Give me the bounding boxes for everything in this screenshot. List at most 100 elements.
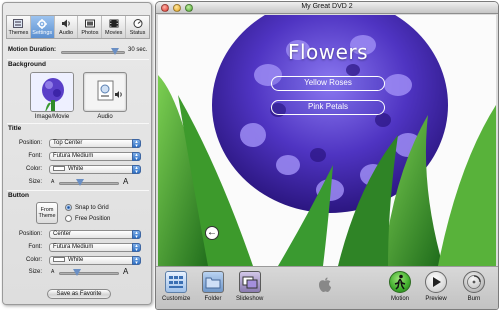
color-swatch xyxy=(53,166,65,171)
popup-arrows-icon: ▴ ▾ xyxy=(132,256,141,266)
dvd-window: My Great DVD 2 Flowers Yellow Roses Pink… xyxy=(155,1,499,310)
button-color-value: White xyxy=(68,257,84,264)
size-small-glyph: A xyxy=(51,179,55,185)
popup-arrows-icon: ▴ ▾ xyxy=(132,165,141,175)
title-size-slider[interactable] xyxy=(59,179,119,186)
bottom-toolbar: Customize Folder Slideshow Motion Previe… xyxy=(156,266,498,309)
button-color-popup[interactable]: White ▴ ▾ xyxy=(49,256,141,266)
button-heading: Button xyxy=(8,192,29,199)
button-font-popup[interactable]: Futura Medium ▴ ▾ xyxy=(49,243,141,253)
folder-button[interactable]: Folder xyxy=(202,271,224,302)
back-arrow-icon[interactable]: ← xyxy=(205,226,219,240)
title-color-value: White xyxy=(68,166,84,173)
motion-icon xyxy=(389,271,411,293)
menu-title[interactable]: Flowers xyxy=(248,40,408,64)
burn-label: Burn xyxy=(467,296,481,302)
slideshow-icon xyxy=(238,271,261,293)
palette-tab-bar: Themes Settings Audio Photos Movies Stat… xyxy=(6,15,150,39)
preview-button[interactable]: Preview xyxy=(425,271,447,302)
preview-label: Preview xyxy=(425,296,447,302)
divider xyxy=(7,59,149,60)
audio-caption: Audio xyxy=(97,114,113,120)
title-font-label: Font: xyxy=(28,153,42,159)
size-large-glyph: A xyxy=(123,267,129,276)
menu-preview: Flowers Yellow Roses Pink Petals ← xyxy=(158,15,496,266)
slideshow-label: Slideshow xyxy=(236,296,264,302)
movies-icon xyxy=(108,19,119,29)
settings-palette: Themes Settings Audio Photos Movies Stat… xyxy=(2,2,152,305)
free-position-radio[interactable]: Free Position xyxy=(65,215,110,222)
audio-well[interactable] xyxy=(83,72,127,112)
motion-duration-value: 30 sec. xyxy=(128,47,148,53)
title-color-label: Color: xyxy=(25,166,42,172)
size-large-glyph: A xyxy=(123,177,129,186)
size-small-glyph: A xyxy=(51,269,55,275)
themes-icon xyxy=(13,19,24,29)
save-as-favorite-label: Save as Favorite xyxy=(56,291,102,297)
title-bar: My Great DVD 2 xyxy=(156,2,498,14)
button-position-popup[interactable]: Center ▴ ▾ xyxy=(49,230,141,240)
radio-unselected-icon xyxy=(65,215,72,222)
flower-thumbnail xyxy=(31,73,73,111)
snap-to-grid-radio[interactable]: Snap to Grid xyxy=(65,204,109,211)
image-movie-caption: Image/Movie xyxy=(34,114,70,120)
tab-audio[interactable]: Audio xyxy=(55,16,79,38)
customize-button[interactable]: Customize xyxy=(162,271,190,302)
color-swatch xyxy=(53,257,65,262)
preview-icon xyxy=(425,271,447,293)
menu-button-yellow-roses[interactable]: Yellow Roses xyxy=(271,76,385,91)
title-font-value: Futura Medium xyxy=(53,153,94,159)
tab-photos[interactable]: Photos xyxy=(78,16,103,38)
folder-icon xyxy=(202,271,224,293)
button-size-slider[interactable] xyxy=(59,269,119,276)
tab-settings[interactable]: Settings xyxy=(30,16,55,38)
button-position-label: Position: xyxy=(18,231,42,237)
tab-label: Audio xyxy=(59,29,74,36)
tab-movies[interactable]: Movies xyxy=(102,16,127,38)
slider-thumb[interactable] xyxy=(76,179,85,186)
customize-label: Customize xyxy=(162,296,191,302)
image-movie-well[interactable] xyxy=(30,72,74,112)
slideshow-button[interactable]: Slideshow xyxy=(236,271,263,302)
title-font-popup[interactable]: Futura Medium ▴ ▾ xyxy=(49,152,141,162)
audio-file-icon xyxy=(97,80,122,101)
from-theme-button[interactable]: From Theme xyxy=(36,202,58,224)
divider xyxy=(7,123,149,124)
status-icon xyxy=(132,19,143,29)
tab-label: Photos xyxy=(81,29,99,36)
title-position-label: Position: xyxy=(18,140,42,146)
free-position-label: Free Position xyxy=(75,216,111,223)
snap-to-grid-label: Snap to Grid xyxy=(75,205,109,212)
tab-themes[interactable]: Themes xyxy=(7,16,31,38)
menu-button-pink-petals[interactable]: Pink Petals xyxy=(271,100,385,115)
background-heading: Background xyxy=(8,61,46,68)
settings-icon xyxy=(37,18,48,29)
button-font-label: Font: xyxy=(28,244,42,250)
motion-button[interactable]: Motion xyxy=(389,271,411,302)
divider xyxy=(7,190,149,191)
radio-selected-icon xyxy=(65,204,72,211)
burn-icon xyxy=(463,271,485,293)
burn-button[interactable]: Burn xyxy=(463,271,485,302)
motion-duration-label: Motion Duration: xyxy=(8,47,56,53)
apple-logo-icon xyxy=(318,277,332,295)
slider-thumb[interactable] xyxy=(110,48,119,55)
button-font-value: Futura Medium xyxy=(53,244,94,250)
save-as-favorite-button[interactable]: Save as Favorite xyxy=(47,289,111,299)
title-size-label: Size: xyxy=(28,179,42,185)
tab-status[interactable]: Status xyxy=(126,16,149,38)
folder-label: Folder xyxy=(204,296,222,302)
slider-thumb[interactable] xyxy=(73,269,82,276)
tab-label: Movies xyxy=(105,29,123,36)
button-color-label: Color: xyxy=(25,257,42,263)
customize-icon xyxy=(165,271,188,293)
title-heading: Title xyxy=(8,125,22,132)
motion-duration-row: Motion Duration: xyxy=(8,47,56,53)
title-color-popup[interactable]: White ▴ ▾ xyxy=(49,165,141,175)
motion-duration-slider[interactable] xyxy=(61,48,125,55)
popup-arrows-icon: ▴ ▾ xyxy=(132,243,141,253)
motion-label: Motion xyxy=(390,296,409,302)
button-size-label: Size: xyxy=(28,269,42,275)
popup-arrows-icon: ▴ ▾ xyxy=(132,230,141,240)
title-position-popup[interactable]: Top Center ▴ ▾ xyxy=(49,139,141,149)
